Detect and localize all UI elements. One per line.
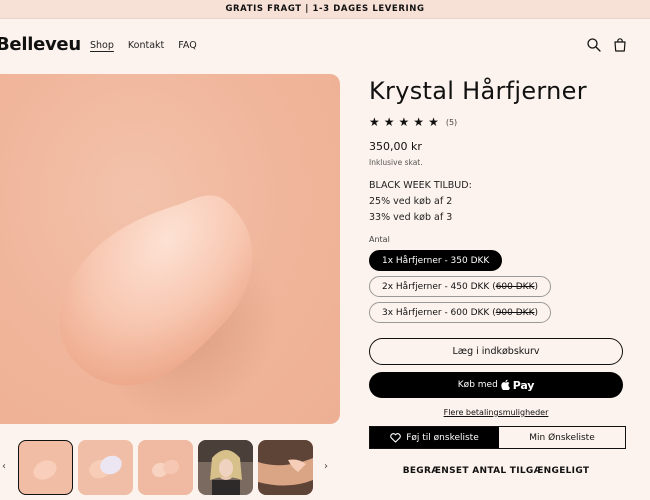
wishlist-group: Føj til ønskeliste Min Ønskeliste [369, 426, 626, 449]
apple-pay-label: Pay [512, 378, 535, 392]
star-icon: ★ [428, 115, 439, 129]
thumbnail-4[interactable] [198, 440, 253, 495]
nav-item-faq[interactable]: FAQ [178, 40, 196, 51]
offer-line-1: 25% ved køb af 2 [369, 196, 453, 207]
old-price: 600 DKK [495, 281, 535, 292]
star-icon: ★ [369, 115, 380, 129]
quantity-option-2[interactable]: 2x Hårfjerner - 450 DKK (600 DKK) [369, 276, 551, 297]
product-title: Krystal Hårfjerner [369, 77, 587, 105]
search-icon[interactable] [586, 37, 602, 53]
thumbnail-gallery: ‹ › [0, 437, 340, 497]
main-nav: Shop Kontakt FAQ [90, 40, 197, 51]
quantity-option-close: ) [534, 307, 538, 318]
add-to-wishlist-button[interactable]: Føj til ønskeliste [370, 427, 499, 448]
nav-item-shop[interactable]: Shop [90, 40, 114, 51]
review-count: (5) [445, 117, 458, 127]
thumbnail-2[interactable] [78, 440, 133, 495]
quantity-option-1[interactable]: 1x Hårfjerner - 350 DKK [369, 250, 503, 271]
star-icon: ★ [413, 115, 425, 129]
add-to-cart-label: Læg i indkøbskurv [452, 346, 540, 357]
heart-icon [390, 432, 402, 443]
apple-icon [501, 379, 510, 392]
thumbnail-3[interactable] [138, 440, 193, 495]
rating[interactable]: ★ ★ ★ ★ ★ (5) [369, 115, 457, 129]
cart-icon[interactable] [612, 37, 628, 53]
nav-item-contact[interactable]: Kontakt [128, 40, 164, 51]
announcement-bar: GRATIS FRAGT | 1-3 DAGES LEVERING [0, 0, 650, 19]
old-price: 900 DKK [495, 307, 535, 318]
limited-stock-notice: BEGRÆNSET ANTAL TILGÆNGELIGT [402, 466, 590, 476]
product-main-image[interactable] [0, 74, 340, 424]
quantity-option-text: 3x Hårfjerner - 600 DKK ( [382, 307, 496, 318]
quantity-option-text: 1x Hårfjerner - 350 DKK [382, 255, 490, 266]
add-to-cart-button[interactable]: Læg i indkøbskurv [369, 338, 623, 365]
star-icon: ★ [398, 115, 410, 129]
product-price: 350,00 kr [369, 140, 422, 153]
brand-logo[interactable]: Belleveu [0, 34, 81, 55]
tax-note: Inklusive skat. [369, 158, 423, 167]
quantity-option-close: ) [534, 281, 538, 292]
buy-with-label: Køb med [457, 380, 498, 390]
quantity-option-text: 2x Hårfjerner - 450 DKK ( [382, 281, 496, 292]
add-to-wishlist-label: Føj til ønskeliste [406, 432, 479, 443]
offer-line-2: 33% ved køb af 3 [369, 212, 453, 223]
apple-pay-button[interactable]: Køb med Pay [369, 372, 623, 398]
gallery-next-arrow[interactable]: › [324, 461, 328, 472]
star-icon: ★ [383, 115, 395, 129]
quantity-label: Antal [369, 235, 390, 244]
offer-heading: BLACK WEEK TILBUD: [369, 180, 472, 191]
thumbnail-1[interactable] [18, 440, 73, 495]
more-payment-options-link[interactable]: Flere betalingsmuligheder [369, 408, 623, 417]
gallery-prev-arrow[interactable]: ‹ [2, 461, 6, 472]
thumbnail-5[interactable] [258, 440, 313, 495]
quantity-option-3[interactable]: 3x Hårfjerner - 600 DKK (900 DKK) [369, 302, 551, 323]
announcement-text: GRATIS FRAGT | 1-3 DAGES LEVERING [225, 4, 425, 14]
crystal-eraser-image [59, 195, 253, 386]
my-wishlist-button[interactable]: Min Ønskeliste [499, 427, 625, 448]
my-wishlist-label: Min Ønskeliste [529, 432, 595, 443]
